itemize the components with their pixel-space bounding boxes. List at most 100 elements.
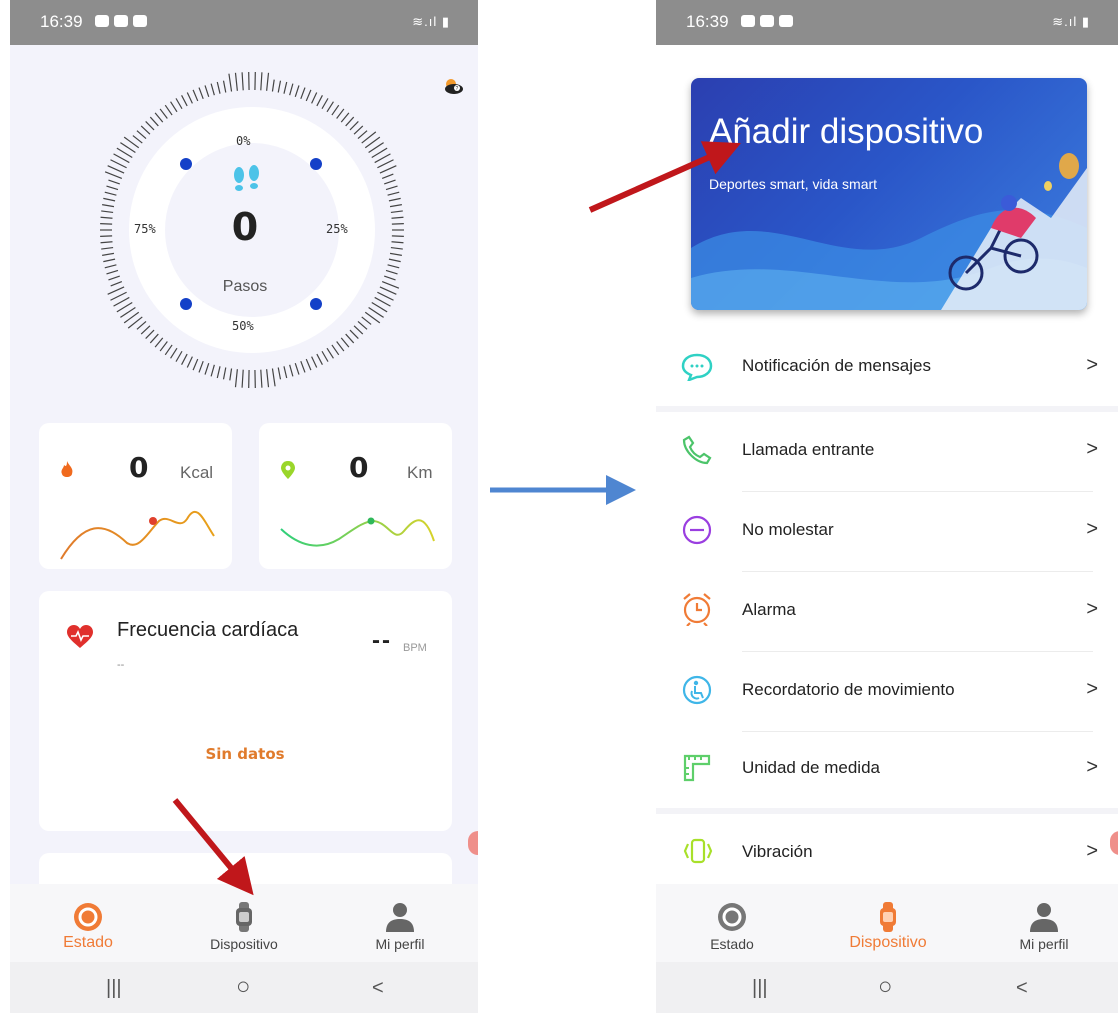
progress-75-label: 75%: [134, 222, 156, 236]
ring-tick: [132, 135, 143, 144]
menu-label: Notificación de mensajes: [742, 356, 931, 375]
menu-item-notificacion[interactable]: Notificación de mensajes >: [656, 326, 1118, 406]
chevron-right-icon: >: [1086, 840, 1098, 862]
status-time: 16:39: [40, 12, 83, 31]
ruler-icon: [683, 754, 711, 782]
ring-tick: [331, 104, 340, 116]
ring-tick: [316, 353, 323, 365]
ring-tick: [192, 358, 199, 371]
ring-tick: [170, 101, 178, 113]
ring-tick: [331, 344, 340, 356]
ring-tick: [381, 280, 400, 289]
weather-cloud-icon[interactable]: ?: [442, 78, 464, 94]
tab-label: Estado: [63, 934, 113, 951]
home-button[interactable]: ○: [236, 973, 251, 1001]
bottom-tab-bar: Estado Dispositivo Mi perfil: [656, 884, 1118, 962]
ring-tick: [107, 165, 125, 174]
ring-tick: [294, 362, 300, 375]
menu-item-alarma[interactable]: Alarma >: [656, 572, 1118, 652]
ring-tick: [222, 80, 227, 93]
ring-tick: [229, 368, 233, 381]
ring-tick: [228, 73, 233, 92]
ring-tick: [104, 191, 117, 196]
ring-tick: [300, 361, 306, 373]
menu-item-unidad[interactable]: Unidad de medida >: [656, 732, 1118, 808]
menu-item-vibracion[interactable]: Vibración >: [656, 814, 1118, 894]
tab-label: Dispositivo: [849, 934, 927, 951]
floating-handle[interactable]: [468, 831, 478, 855]
ring-tick: [159, 108, 168, 119]
heart-rate-unit: BPM: [403, 642, 427, 654]
tab-estado[interactable]: Estado: [18, 884, 158, 962]
ring-tick: [389, 252, 402, 256]
heart-rate-subtitle: --: [117, 659, 125, 671]
ring-tick: [234, 72, 238, 91]
ring-tick: [164, 104, 173, 116]
ring-tick: [271, 79, 275, 92]
ring-tick: [311, 356, 318, 368]
menu-label: No molestar: [742, 520, 834, 539]
home-button[interactable]: ○: [878, 973, 893, 1001]
ring-tick: [283, 366, 288, 379]
ring-tick: [353, 125, 364, 135]
ring-tick: [385, 269, 398, 275]
android-nav-bar: ||| ○ <: [10, 962, 478, 1013]
watch-icon: [236, 902, 252, 932]
heart-pulse-icon: [67, 625, 93, 648]
ring-tick: [391, 223, 404, 225]
ring-tick: [107, 286, 125, 295]
status-notification-icons: [95, 15, 147, 27]
ring-tick: [241, 72, 244, 91]
add-device-banner[interactable]: Añadir dispositivo Deportes smart, vida …: [691, 78, 1087, 310]
steps-value: 0: [231, 205, 259, 249]
ring-tick: [110, 291, 127, 301]
menu-label: Recordatorio de movimiento: [742, 680, 955, 699]
ring-tick: [277, 80, 282, 93]
ring-tick: [388, 197, 401, 202]
ring-tick: [387, 191, 400, 196]
steps-label: Pasos: [222, 278, 268, 295]
ring-tick: [222, 367, 227, 380]
ring-tick: [216, 366, 221, 379]
left-phone-screen: 16:39 ≋.ıl ▮ ? 0% 25% 50% 75% 0 Pasos 0 …: [10, 0, 478, 1013]
ring-tick: [100, 241, 113, 244]
ring-tick: [110, 159, 127, 169]
ring-tick: [379, 286, 397, 295]
recents-button[interactable]: |||: [752, 977, 768, 1000]
ring-tick: [103, 258, 116, 263]
ring-tick: [340, 112, 350, 123]
tab-mi-perfil[interactable]: Mi perfil: [330, 884, 470, 962]
ring-tick: [271, 368, 276, 387]
ring-tick: [136, 130, 147, 139]
menu-item-no-molestar[interactable]: No molestar >: [656, 492, 1118, 572]
tab-estado[interactable]: Estado: [662, 884, 802, 962]
calories-card[interactable]: 0 Kcal: [39, 423, 232, 569]
message-bubble-icon: [681, 353, 713, 381]
ring-tick: [159, 341, 168, 352]
ring-tick: [210, 83, 215, 96]
ring-tick: [390, 210, 403, 214]
tab-label: Mi perfil: [1019, 936, 1069, 952]
back-button[interactable]: <: [372, 977, 384, 1000]
ring-tick: [357, 130, 368, 139]
tab-dispositivo[interactable]: Dispositivo: [174, 884, 314, 962]
ring-tick: [113, 296, 130, 307]
ring-tick: [305, 358, 312, 371]
ring-tick: [345, 333, 355, 344]
person-icon: [386, 903, 414, 932]
menu-item-recordatorio[interactable]: Recordatorio de movimiento >: [656, 652, 1118, 732]
ring-tick: [326, 347, 334, 359]
ring-tick: [110, 280, 123, 287]
back-button[interactable]: <: [1016, 977, 1028, 1000]
distance-card[interactable]: 0 Km: [259, 423, 452, 569]
ring-tick: [101, 210, 114, 214]
tab-dispositivo[interactable]: Dispositivo: [818, 884, 958, 962]
ring-tick: [300, 87, 306, 99]
recents-button[interactable]: |||: [106, 977, 122, 1000]
signal-battery-icon: ≋.ıl ▮: [412, 14, 450, 29]
menu-item-llamada[interactable]: Llamada entrante >: [656, 412, 1118, 492]
ring-tick: [283, 81, 288, 94]
progress-0-label: 0%: [236, 134, 251, 148]
ring-tick: [186, 92, 193, 104]
tab-mi-perfil[interactable]: Mi perfil: [974, 884, 1114, 962]
